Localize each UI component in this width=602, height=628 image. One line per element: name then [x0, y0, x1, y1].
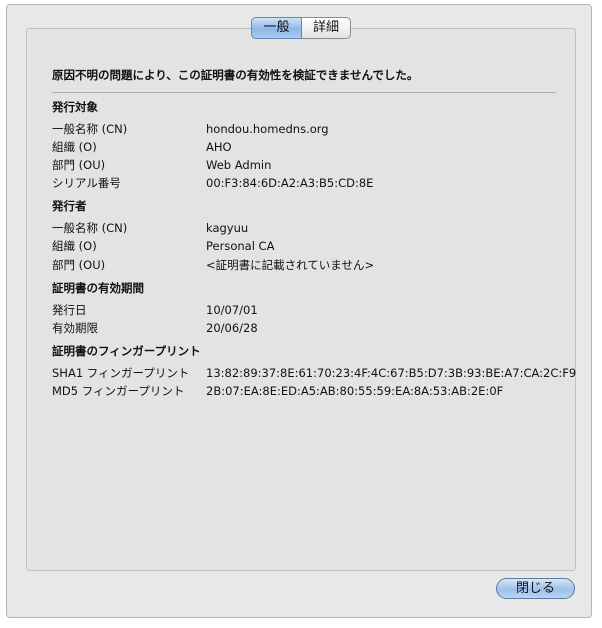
issuer-ou-label: 部門 (OU): [52, 258, 106, 272]
verification-message: 原因不明の問題により、この証明書の有効性を検証できませんでした。: [52, 68, 419, 82]
subject-cn-value: hondou.homedns.org: [206, 122, 329, 136]
serial-number-value: 00:F3:84:6D:A2:A3:B5:CD:8E: [206, 176, 374, 190]
subject-ou-value: Web Admin: [206, 158, 272, 172]
subject-heading: 発行対象: [52, 100, 98, 114]
tab-general[interactable]: 一般: [251, 17, 302, 39]
issuer-ou-value: <証明書に記載されていません>: [206, 258, 375, 272]
issuer-o-label: 組織 (O): [52, 239, 97, 253]
divider: [52, 92, 556, 93]
fingerprint-heading: 証明書のフィンガープリント: [52, 344, 201, 358]
close-button[interactable]: 閉じる: [496, 578, 575, 599]
issued-date-label: 発行日: [52, 303, 87, 317]
subject-ou-label: 部門 (OU): [52, 158, 106, 172]
subject-o-label: 組織 (O): [52, 140, 97, 154]
md5-value: 2B:07:EA:8E:ED:A5:AB:80:55:59:EA:8A:53:A…: [206, 384, 504, 398]
issuer-cn-value: kagyuu: [206, 221, 249, 235]
tab-bar: 一般 詳細: [251, 17, 351, 39]
sha1-label: SHA1 フィンガープリント: [52, 366, 190, 380]
subject-o-value: AHO: [206, 140, 232, 154]
issuer-o-value: Personal CA: [206, 239, 275, 253]
expiry-date-value: 20/06/28: [206, 321, 258, 335]
issuer-cn-label: 一般名称 (CN): [52, 221, 128, 235]
subject-cn-label: 一般名称 (CN): [52, 122, 128, 136]
md5-label: MD5 フィンガープリント: [52, 384, 185, 398]
tab-content-panel: [26, 28, 576, 571]
serial-number-label: シリアル番号: [52, 176, 121, 190]
expiry-date-label: 有効期限: [52, 321, 98, 335]
issued-date-value: 10/07/01: [206, 303, 258, 317]
sha1-value: 13:82:89:37:8E:61:70:23:4F:4C:67:B5:D7:3…: [206, 366, 577, 380]
validity-heading: 証明書の有効期間: [52, 281, 144, 295]
issuer-heading: 発行者: [52, 199, 87, 213]
tab-details[interactable]: 詳細: [302, 17, 351, 39]
